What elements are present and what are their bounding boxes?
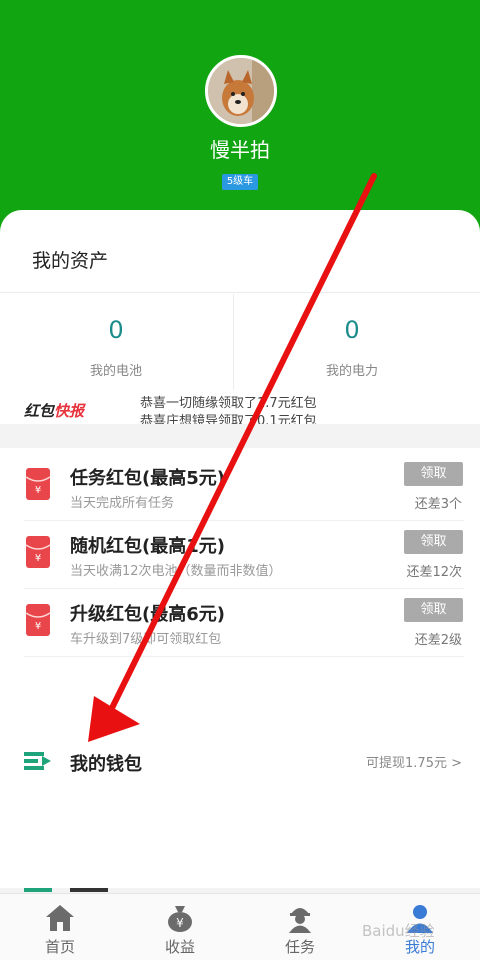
power-value: 0 bbox=[344, 316, 360, 344]
tab-tasks[interactable]: 任务 bbox=[240, 894, 360, 960]
battery-value: 0 bbox=[108, 316, 124, 344]
watermark: Baidu经验 bbox=[362, 922, 435, 940]
svg-text:¥: ¥ bbox=[35, 553, 41, 564]
money-bag-icon: ¥ bbox=[168, 906, 192, 932]
section-gap bbox=[0, 424, 480, 448]
dog-avatar-image bbox=[208, 58, 274, 124]
power-stat[interactable]: 0 我的电力 bbox=[236, 300, 468, 379]
row-divider bbox=[24, 520, 464, 521]
battery-label: 我的电池 bbox=[89, 364, 142, 379]
row-subtitle: 车升级到7级即可领取红包 bbox=[70, 632, 222, 647]
ticker-line-1: 恭喜一切随缘领取了1.7元红包 bbox=[140, 396, 317, 411]
divider bbox=[0, 292, 480, 293]
row-divider bbox=[24, 656, 464, 657]
claim-button[interactable]: 领取 bbox=[404, 530, 463, 554]
power-label: 我的电力 bbox=[325, 364, 378, 379]
row-title: 升级红包(最高6元) bbox=[70, 604, 225, 625]
red-packet-row-random: ¥ 随机红包(最高1元) 当天收满12次电池（数量而非数值） 领取 还差12次 bbox=[0, 528, 480, 590]
row-subtitle: 当天收满12次电池（数量而非数值） bbox=[70, 564, 282, 579]
remaining-label: 还差3个 bbox=[414, 497, 462, 512]
remaining-label: 还差2级 bbox=[414, 633, 462, 648]
tab-label: 任务 bbox=[284, 938, 315, 956]
svg-text:¥: ¥ bbox=[35, 485, 41, 496]
red-packet-icon: ¥ bbox=[26, 468, 50, 500]
stat-separator bbox=[233, 294, 234, 390]
nickname: 慢半拍 bbox=[210, 138, 270, 162]
tab-earnings[interactable]: ¥ 收益 bbox=[120, 894, 240, 960]
svg-text:¥: ¥ bbox=[176, 916, 184, 930]
red-packet-icon: ¥ bbox=[26, 604, 50, 636]
level-badge: 5级车 bbox=[222, 174, 258, 190]
avatar[interactable] bbox=[205, 55, 277, 127]
worker-icon bbox=[289, 908, 311, 933]
remaining-label: 还差12次 bbox=[406, 565, 462, 580]
ticker-logo: 红包快报 bbox=[24, 400, 84, 421]
row-title: 随机红包(最高1元) bbox=[70, 536, 225, 557]
red-packet-row-upgrade: ¥ 升级红包(最高6元) 车升级到7级即可领取红包 领取 还差2级 bbox=[0, 596, 480, 658]
battery-stat[interactable]: 0 我的电池 bbox=[0, 300, 232, 379]
claim-button[interactable]: 领取 bbox=[404, 462, 463, 486]
red-packet-news-ticker: 红包快报 恭喜一切随缘领取了1.7元红包 恭喜庄想镜导领取了0.1元红包 bbox=[0, 390, 480, 424]
wallet-title[interactable]: 我的钱包 bbox=[70, 750, 142, 776]
ticker-logo-part1: 红包 bbox=[24, 402, 55, 420]
withdrawable-amount[interactable]: 可提现1.75元 > bbox=[366, 752, 462, 771]
red-packet-icon: ¥ bbox=[26, 536, 50, 568]
red-packet-list: ¥ 任务红包(最高5元) 当天完成所有任务 领取 还差3个 ¥ 随机红包(最高1… bbox=[0, 448, 480, 888]
row-title: 任务红包(最高5元) bbox=[70, 468, 225, 489]
tab-label: 收益 bbox=[164, 938, 195, 956]
ticker-logo-part2: 快报 bbox=[54, 402, 85, 420]
red-packet-row-task: ¥ 任务红包(最高5元) 当天完成所有任务 领取 还差3个 bbox=[0, 460, 480, 522]
ticker-line-2: 恭喜庄想镜导领取了0.1元红包 bbox=[140, 414, 317, 424]
assets-title: 我的资产 bbox=[32, 250, 109, 272]
svg-text:¥: ¥ bbox=[35, 621, 41, 632]
row-divider bbox=[24, 588, 464, 589]
wallet-icon bbox=[24, 752, 51, 770]
tab-label: 首页 bbox=[44, 938, 75, 956]
row-subtitle: 当天完成所有任务 bbox=[70, 496, 175, 511]
claim-button[interactable]: 领取 bbox=[404, 598, 463, 622]
tab-home[interactable]: 首页 bbox=[0, 894, 120, 960]
home-icon bbox=[46, 905, 74, 931]
